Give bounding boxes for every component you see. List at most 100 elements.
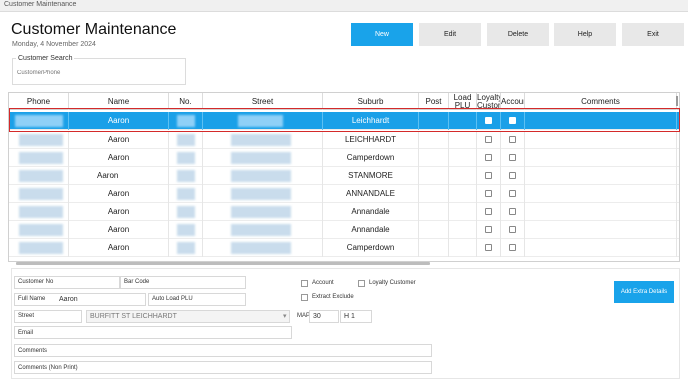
customer-search-input[interactable] bbox=[17, 66, 179, 80]
window-titlebar: Customer Maintenance bbox=[0, 0, 688, 12]
name-cell: Aaron bbox=[69, 167, 169, 185]
loyalty-checkbox[interactable] bbox=[485, 208, 492, 215]
account-checkbox[interactable] bbox=[509, 154, 516, 161]
table-row[interactable]: Aaron ANNANDALE bbox=[9, 185, 679, 203]
comments-field[interactable] bbox=[14, 344, 432, 357]
edit-button[interactable]: Edit bbox=[419, 23, 481, 46]
table-row[interactable]: Aaron Annandale bbox=[9, 221, 679, 239]
bar-code-field[interactable] bbox=[120, 276, 246, 289]
comments-cell bbox=[525, 131, 677, 149]
loyalty-checkbox[interactable] bbox=[485, 172, 492, 179]
phone-cell bbox=[9, 239, 69, 257]
loyalty-checkbox[interactable] bbox=[485, 226, 492, 233]
table-row[interactable]: Aaron Camperdown bbox=[9, 239, 679, 257]
name-cell: Aaron bbox=[69, 203, 169, 221]
street-number-field[interactable] bbox=[14, 310, 82, 323]
account-cell bbox=[501, 167, 525, 185]
loyalty-customer-label: Loyalty Customer bbox=[369, 280, 416, 286]
load-plu-cell bbox=[449, 149, 477, 167]
number-cell bbox=[169, 149, 203, 167]
name-cell: Aaron bbox=[69, 221, 169, 239]
exit-button[interactable]: Exit bbox=[622, 23, 684, 46]
post-cell bbox=[419, 221, 449, 239]
phone-cell bbox=[9, 185, 69, 203]
loyalty-cell bbox=[477, 185, 501, 203]
table-row[interactable]: Aaron STANMORE bbox=[9, 167, 679, 185]
number-cell bbox=[169, 167, 203, 185]
suburb-cell: Annandale bbox=[323, 203, 419, 221]
loyalty-cell bbox=[477, 203, 501, 221]
extract-exclude-checkbox[interactable] bbox=[301, 294, 308, 301]
customer-search-legend: Customer Search bbox=[16, 55, 75, 62]
loyalty-cell bbox=[477, 221, 501, 239]
help-button[interactable]: Help bbox=[554, 23, 616, 46]
account-checkbox[interactable] bbox=[509, 136, 516, 143]
comments-cell bbox=[525, 221, 677, 239]
account-checkbox[interactable] bbox=[509, 226, 516, 233]
street-cell bbox=[203, 149, 323, 167]
extract-exclude-label: Extract Exclude bbox=[312, 294, 354, 300]
load-plu-cell bbox=[449, 239, 477, 257]
map-grid-field[interactable]: H 1 bbox=[340, 310, 372, 323]
number-cell bbox=[169, 185, 203, 203]
account-cell bbox=[501, 131, 525, 149]
phone-cell bbox=[9, 221, 69, 239]
name-cell: Aaron bbox=[69, 149, 169, 167]
post-cell bbox=[419, 167, 449, 185]
account-checkbox[interactable] bbox=[301, 280, 308, 287]
suburb-cell: LEICHHARDT bbox=[323, 131, 419, 149]
map-field[interactable]: 30 bbox=[309, 310, 339, 323]
street-cell bbox=[203, 185, 323, 203]
load-plu-cell bbox=[449, 203, 477, 221]
account-checkbox[interactable] bbox=[509, 190, 516, 197]
phone-cell bbox=[9, 203, 69, 221]
comments-cell bbox=[525, 239, 677, 257]
loyalty-cell bbox=[477, 131, 501, 149]
street-select[interactable]: BURFITT ST LEICHHARDT bbox=[86, 310, 290, 323]
account-checkbox[interactable] bbox=[509, 244, 516, 251]
loyalty-checkbox[interactable] bbox=[485, 154, 492, 161]
post-cell bbox=[419, 131, 449, 149]
loyalty-checkbox[interactable] bbox=[485, 244, 492, 251]
email-field[interactable] bbox=[14, 326, 292, 339]
loyalty-checkbox[interactable] bbox=[485, 190, 492, 197]
loyalty-checkbox[interactable] bbox=[485, 136, 492, 143]
phone-cell bbox=[9, 167, 69, 185]
chevron-down-icon[interactable]: ▾ bbox=[283, 312, 287, 320]
page-date: Monday, 4 November 2024 bbox=[12, 41, 96, 48]
account-cell bbox=[501, 221, 525, 239]
street-cell bbox=[203, 167, 323, 185]
table-row[interactable]: Aaron LEICHHARDT bbox=[9, 131, 679, 149]
number-cell bbox=[169, 203, 203, 221]
table-row[interactable]: Aaron Annandale bbox=[9, 203, 679, 221]
account-cell bbox=[501, 239, 525, 257]
post-cell bbox=[419, 149, 449, 167]
phone-cell bbox=[9, 149, 69, 167]
street-cell bbox=[203, 131, 323, 149]
comments-cell bbox=[525, 149, 677, 167]
grid-vertical-scrollbar[interactable] bbox=[676, 96, 678, 106]
customer-no-field[interactable] bbox=[14, 276, 120, 289]
full-name-field[interactable]: Aaron bbox=[14, 293, 146, 306]
loyalty-cell bbox=[477, 239, 501, 257]
account-checkbox[interactable] bbox=[509, 172, 516, 179]
account-cell bbox=[501, 185, 525, 203]
post-cell bbox=[419, 239, 449, 257]
account-checkbox[interactable] bbox=[509, 208, 516, 215]
grid-horizontal-scrollbar[interactable] bbox=[16, 262, 430, 265]
loyalty-customer-checkbox[interactable] bbox=[358, 280, 365, 287]
auto-load-plu-field[interactable] bbox=[148, 293, 246, 306]
new-button[interactable]: New bbox=[351, 23, 413, 46]
suburb-cell: STANMORE bbox=[323, 167, 419, 185]
delete-button[interactable]: Delete bbox=[487, 23, 549, 46]
street-cell bbox=[203, 239, 323, 257]
add-extra-details-button[interactable]: Add Extra Details bbox=[614, 281, 674, 303]
load-plu-cell bbox=[449, 221, 477, 239]
comments-non-print-field[interactable] bbox=[14, 361, 432, 374]
load-plu-cell bbox=[449, 167, 477, 185]
number-cell bbox=[169, 239, 203, 257]
table-row[interactable]: Aaron Camperdown bbox=[9, 149, 679, 167]
comments-cell bbox=[525, 185, 677, 203]
name-cell: Aaron bbox=[69, 239, 169, 257]
comments-cell bbox=[525, 203, 677, 221]
